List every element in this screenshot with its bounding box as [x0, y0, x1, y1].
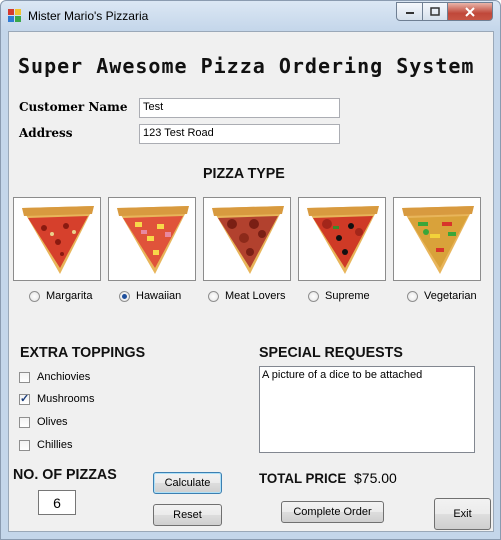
title-bar[interactable]: Mister Mario's Pizzaria [1, 1, 500, 31]
pizza-supreme-image[interactable] [298, 197, 386, 281]
extra-toppings-heading: EXTRA TOPPINGS [20, 344, 146, 361]
radio-hawaiian[interactable]: Hawaiian [119, 290, 181, 302]
pizza-slice-icon [212, 206, 284, 274]
checkbox[interactable] [19, 392, 30, 405]
radio-margarita[interactable]: Margarita [29, 290, 92, 302]
close-button[interactable] [447, 2, 493, 21]
pizza-meat-lovers-image[interactable] [203, 197, 291, 281]
special-requests-input[interactable]: A picture of a dice to be attached [259, 366, 475, 453]
minimize-icon [405, 11, 414, 14]
radio-label: Meat Lovers [225, 290, 286, 302]
exit-button[interactable]: Exit [434, 498, 491, 530]
radio-indicator[interactable] [208, 290, 219, 302]
minimize-button[interactable] [396, 2, 423, 21]
pizza-slice-icon [307, 206, 379, 274]
topping-anchiovies[interactable]: Anchiovies [19, 371, 90, 383]
radio-supreme[interactable]: Supreme [308, 290, 370, 302]
customer-name-input[interactable]: Test [139, 98, 340, 118]
topping-olives[interactable]: Olives [19, 416, 68, 428]
address-input[interactable]: 123 Test Road [139, 124, 340, 144]
app-window: Mister Mario's Pizzaria Super Awesome Pi… [0, 0, 501, 540]
pizza-slice-icon [22, 206, 94, 274]
topping-mushrooms[interactable]: Mushrooms [19, 392, 95, 405]
form-client-area: Super Awesome Pizza Ordering System Cust… [8, 31, 494, 532]
total-price-label: TOTAL PRICE [259, 470, 347, 486]
radio-label: Supreme [325, 290, 370, 302]
radio-label: Margarita [46, 290, 93, 302]
reset-button[interactable]: Reset [153, 504, 222, 526]
radio-indicator[interactable] [407, 290, 418, 302]
close-icon [465, 6, 475, 17]
number-of-pizzas-label: NO. OF PIZZAS [13, 466, 117, 483]
radio-label: Vegetarian [424, 290, 477, 302]
checkbox[interactable] [19, 371, 30, 383]
address-label: Address [19, 126, 73, 140]
number-of-pizzas-input[interactable]: 6 [38, 490, 76, 515]
radio-indicator[interactable] [308, 290, 319, 302]
pizza-vegetarian-image[interactable] [393, 197, 481, 281]
pizza-slice-icon [402, 206, 474, 274]
checkbox[interactable] [19, 416, 30, 428]
radio-label: Hawaiian [136, 290, 182, 302]
radio-indicator[interactable] [119, 290, 130, 302]
total-price-value: $75.00 [354, 470, 397, 486]
app-heading: Super Awesome Pizza Ordering System [18, 54, 475, 78]
maximize-icon [430, 7, 440, 16]
app-icon [8, 9, 21, 22]
radio-vegetarian[interactable]: Vegetarian [407, 290, 477, 302]
checkbox-label: Anchiovies [37, 371, 91, 383]
maximize-button[interactable] [422, 2, 448, 21]
checkbox-label: Olives [37, 416, 68, 428]
calculate-button[interactable]: Calculate [153, 472, 222, 494]
customer-name-label: Customer Name [19, 100, 128, 114]
pizza-slice-icon [117, 206, 189, 274]
radio-meat-lovers[interactable]: Meat Lovers [208, 290, 286, 302]
checkbox[interactable] [19, 439, 30, 451]
topping-chillies[interactable]: Chillies [19, 439, 72, 451]
radio-indicator[interactable] [29, 290, 40, 302]
window-title: Mister Mario's Pizzaria [28, 9, 149, 23]
complete-order-button[interactable]: Complete Order [281, 501, 384, 523]
pizza-type-heading: PIZZA TYPE [203, 165, 285, 182]
pizza-margarita-image[interactable] [13, 197, 101, 281]
checkbox-label: Mushrooms [37, 393, 95, 405]
special-requests-heading: SPECIAL REQUESTS [259, 344, 403, 361]
pizza-hawaiian-image[interactable] [108, 197, 196, 281]
checkbox-label: Chillies [37, 439, 73, 451]
